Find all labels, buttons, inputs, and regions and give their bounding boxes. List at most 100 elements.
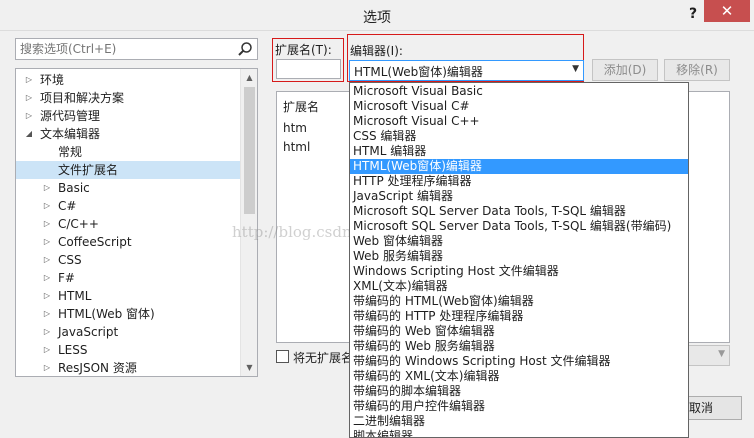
dropdown-option[interactable]: 带编码的 HTTP 处理程序编辑器 [350,309,688,324]
collapsed-arrow-icon[interactable]: ▷ [42,269,52,287]
tree-item[interactable]: ▷ ResJSON 资源 [16,359,241,376]
add-button[interactable]: 添加(D) [592,59,658,81]
tree-item[interactable]: ▷ Basic [16,179,241,197]
dropdown-option[interactable]: Microsoft SQL Server Data Tools, T-SQL 编… [350,219,688,234]
tree-item[interactable]: ▷ F# [16,269,241,287]
tree-item[interactable]: ▷ CSS [16,251,241,269]
chevron-down-icon: ▼ [718,349,725,359]
dropdown-option[interactable]: Microsoft Visual C# [350,99,688,114]
editor-label: 编辑器(I): [350,44,403,58]
dropdown-option[interactable]: HTML(Web窗体)编辑器 [350,159,688,174]
dropdown-option[interactable]: Web 服务编辑器 [350,249,688,264]
scroll-thumb[interactable] [244,87,255,214]
search-box[interactable] [15,38,258,60]
tree-item-label: HTML [58,289,92,303]
collapsed-arrow-icon[interactable]: ▷ [42,197,52,215]
dropdown-option[interactable]: 脚本编辑器 [350,429,688,437]
tree-item-label: 常规 [58,145,83,159]
tree-item[interactable]: ▷ C/C++ [16,215,241,233]
tree-item-label: 项目和解决方案 [40,91,125,105]
options-tree: ▷ 环境 ▷ 项目和解决方案 ▷ 源代码管理 ◢ 文本编辑器 常规 文件扩展名 ▷ Basic ▷ C# ▷… [15,68,258,377]
dropdown-option[interactable]: XML(文本)编辑器 [350,279,688,294]
no-extension-label: 将无扩展名 [293,351,354,365]
dropdown-option[interactable]: Microsoft Visual C++ [350,114,688,129]
dropdown-option[interactable]: JavaScript 编辑器 [350,189,688,204]
list-item[interactable]: html [283,140,310,154]
dropdown-option[interactable]: Windows Scripting Host 文件编辑器 [350,264,688,279]
dropdown-option[interactable]: Microsoft Visual Basic [350,84,688,99]
dropdown-option[interactable]: 带编码的脚本编辑器 [350,384,688,399]
dropdown-option[interactable]: 带编码的 XML(文本)编辑器 [350,369,688,384]
dropdown-option[interactable]: 带编码的 Web 服务编辑器 [350,339,688,354]
collapsed-arrow-icon[interactable]: ▷ [42,179,52,197]
editor-dropdown-list[interactable]: Microsoft Visual Basic Microsoft Visual C… [349,82,689,438]
expanded-arrow-icon[interactable]: ◢ [24,125,34,143]
dropdown-option[interactable]: Web 窗体编辑器 [350,234,688,249]
tree-item-label: ResJSON 资源 [58,361,137,375]
collapsed-arrow-icon[interactable]: ▷ [24,107,34,125]
tree-item-label: CSS [58,253,82,267]
collapsed-arrow-icon[interactable]: ▷ [42,287,52,305]
tree-item[interactable]: ▷ CoffeeScript [16,233,241,251]
tree-item-label: 文本编辑器 [40,127,101,141]
dropdown-option[interactable]: Microsoft SQL Server Data Tools, T-SQL 编… [350,204,688,219]
tree-item-label: F# [58,271,75,285]
collapsed-arrow-icon[interactable]: ▷ [42,359,52,376]
collapsed-arrow-icon[interactable]: ▷ [42,251,52,269]
chevron-down-icon: ▼ [572,64,579,74]
tree-item-label: Basic [58,181,90,195]
extension-input[interactable] [276,59,341,79]
extension-column-header[interactable]: 扩展名 [283,98,319,115]
dropdown-option[interactable]: HTML 编辑器 [350,144,688,159]
search-input[interactable] [16,39,226,59]
collapsed-arrow-icon[interactable]: ▷ [42,341,52,359]
tree-item[interactable]: ▷ JavaScript [16,323,241,341]
dropdown-option[interactable]: 带编码的 Web 窗体编辑器 [350,324,688,339]
collapsed-arrow-icon[interactable]: ▷ [24,89,34,107]
tree-item-label: C/C++ [58,217,99,231]
search-icon[interactable] [236,40,254,58]
dialog-title: 选项 [363,10,391,26]
tree-item-label: JavaScript [58,325,119,339]
tree-item-label: 源代码管理 [40,109,101,123]
tree-item[interactable]: ◢ 文本编辑器 [16,125,241,143]
tree-item[interactable]: 文件扩展名 [16,161,241,179]
tree-item-label: LESS [58,343,88,357]
help-button[interactable]: ? [682,4,704,24]
tree-item[interactable]: ▷ HTML(Web 窗体) [16,305,241,323]
list-item[interactable]: htm [283,121,307,135]
tree-item[interactable]: ▷ 源代码管理 [16,107,241,125]
no-extension-checkbox[interactable] [276,350,289,363]
tree-item[interactable]: ▷ C# [16,197,241,215]
editor-select[interactable]: HTML(Web窗体)编辑器 ▼ [349,60,584,81]
collapsed-arrow-icon[interactable]: ▷ [24,71,34,89]
no-extension-editor-select[interactable]: ▼ [686,345,730,366]
dropdown-option[interactable]: HTTP 处理程序编辑器 [350,174,688,189]
dropdown-option[interactable]: CSS 编辑器 [350,129,688,144]
tree-item[interactable]: 常规 [16,143,241,161]
tree-item[interactable]: ▷ 项目和解决方案 [16,89,241,107]
extension-label: 扩展名(T): [275,43,332,57]
tree-item[interactable]: ▷ 环境 [16,71,241,89]
editor-select-value: HTML(Web窗体)编辑器 [354,65,483,79]
scroll-down-icon[interactable]: ▼ [241,359,257,376]
tree-item[interactable]: ▷ LESS [16,341,241,359]
collapsed-arrow-icon[interactable]: ▷ [42,305,52,323]
title-bar: 选项 ? ✕ [0,0,754,31]
collapsed-arrow-icon[interactable]: ▷ [42,233,52,251]
close-button[interactable]: ✕ [704,0,750,22]
scroll-up-icon[interactable]: ▲ [241,69,257,86]
dropdown-option[interactable]: 二进制编辑器 [350,414,688,429]
tree-item-label: 环境 [40,73,65,87]
tree-item[interactable]: ▷ HTML [16,287,241,305]
dropdown-option[interactable]: 带编码的 Windows Scripting Host 文件编辑器 [350,354,688,369]
tree-item-label: C# [58,199,77,213]
collapsed-arrow-icon[interactable]: ▷ [42,323,52,341]
remove-button[interactable]: 移除(R) [664,59,730,81]
dropdown-option[interactable]: 带编码的用户控件编辑器 [350,399,688,414]
tree-item-label: HTML(Web 窗体) [58,307,155,321]
dropdown-option[interactable]: 带编码的 HTML(Web窗体)编辑器 [350,294,688,309]
collapsed-arrow-icon[interactable]: ▷ [42,215,52,233]
